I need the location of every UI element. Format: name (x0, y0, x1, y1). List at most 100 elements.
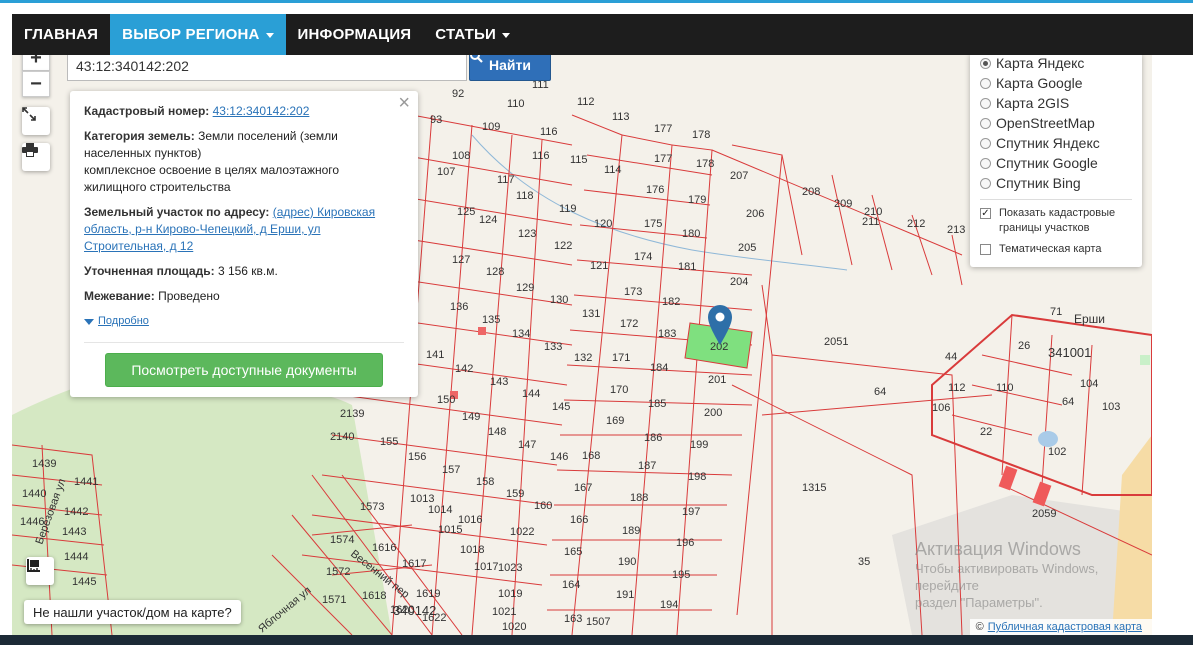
parcel-number-label: 149 (462, 411, 480, 423)
view-documents-button[interactable]: Посмотреть доступные документы (105, 353, 383, 387)
parcel-number-label: 1439 (32, 458, 56, 470)
cadastral-boundaries-label: Показать кадастровые границы участков (999, 207, 1116, 234)
radio-unselected[interactable] (980, 137, 991, 149)
layer-option[interactable]: Спутник Яндекс (980, 133, 1132, 153)
parcel-number-label: 2051 (824, 336, 848, 348)
nav-articles[interactable]: СТАТЬИ (423, 14, 522, 55)
radio-unselected[interactable] (980, 177, 991, 189)
survey-row: Межевание: Проведено (84, 288, 404, 305)
ruler-icon (27, 559, 40, 572)
parcel-number-label: 1572 (326, 566, 350, 578)
building-marker (998, 465, 1018, 491)
parcel-number-label: 196 (676, 537, 694, 549)
survey-label: Межевание: (84, 289, 155, 303)
fullscreen-button[interactable] (22, 107, 50, 135)
divider (980, 199, 1132, 200)
parcel-number-label: 172 (620, 318, 638, 330)
divider (84, 342, 404, 343)
parcel-number-label: 190 (618, 556, 636, 568)
parcel-number-label: 130 (550, 294, 568, 306)
parcel-number-label: 204 (730, 276, 748, 288)
map-attribution: © Публичная кадастровая карта (969, 619, 1152, 635)
chevron-down-icon (501, 33, 510, 38)
parcel-number-label: 169 (606, 415, 624, 427)
parcel-number-label: 1020 (502, 621, 526, 633)
parcel-number-label: 213 (947, 224, 965, 236)
layer-option[interactable]: Карта Яндекс (980, 55, 1132, 73)
parcel-number-label: 206 (746, 208, 764, 220)
nav-home[interactable]: ГЛАВНАЯ (12, 14, 110, 55)
cadastral-number-link[interactable]: 43:12:340142:202 (213, 104, 310, 118)
measure-button[interactable] (26, 557, 54, 585)
radio-selected[interactable] (980, 57, 991, 69)
parcel-number-label: 146 (550, 451, 568, 463)
report-missing-button[interactable]: Не нашли участок/дом на карте? (24, 600, 241, 624)
thematic-map-toggle[interactable]: Тематическая карта (980, 242, 1132, 257)
parcel-number-label: 205 (738, 242, 756, 254)
report-missing-label: Не нашли участок/дом на карте? (33, 604, 232, 620)
cadastral-map[interactable]: 92 110 111 112 113 93 109 116 177 178 108 116 115 114… (12, 55, 1152, 635)
zoom-in-button[interactable]: + (22, 55, 50, 71)
layer-option-label: Карта Google (996, 75, 1083, 91)
radio-unselected[interactable] (980, 97, 991, 109)
close-icon[interactable]: × (398, 93, 410, 113)
radio-unselected[interactable] (980, 117, 991, 129)
parcel-number-label: 1619 (416, 588, 440, 600)
layer-option[interactable]: Спутник Bing (980, 173, 1132, 193)
nav-info[interactable]: ИНФОРМАЦИЯ (286, 14, 424, 55)
parcel-number-label: 176 (646, 184, 664, 196)
parcel-number-label: 164 (562, 579, 580, 591)
checkbox-checked[interactable]: ✓ (980, 208, 991, 219)
parcel-number-label: 123 (518, 228, 536, 240)
parcel-number-label: 1571 (322, 594, 346, 606)
layer-option[interactable]: OpenStreetMap (980, 113, 1132, 133)
parcel-number-label: 207 (730, 170, 748, 182)
parcel-number-label: 1315 (802, 482, 826, 494)
parcel-number-label: 64 (874, 386, 886, 398)
parcel-number-label: 2139 (340, 408, 364, 420)
parcel-number-label: 185 (648, 398, 666, 410)
parcel-number-label: 209 (834, 198, 852, 210)
layer-option[interactable]: Спутник Google (980, 153, 1132, 173)
parcel-number-label: 168 (582, 450, 600, 462)
survey-value: Проведено (158, 289, 220, 303)
parcel-number-label: 1574 (330, 534, 354, 546)
parcel-number-label: 128 (486, 266, 504, 278)
zoom-out-button[interactable]: − (22, 71, 50, 97)
search-button[interactable]: Найти (469, 55, 551, 81)
parcel-number-label: 184 (650, 362, 668, 374)
parcel-number-label: 166 (570, 514, 588, 526)
parcel-number-label: 150 (437, 394, 455, 406)
details-link[interactable]: Подробно (84, 313, 404, 330)
parcel-number-label: 1441 (74, 476, 98, 488)
parcel-number-label: 186 (644, 432, 662, 444)
cadastral-boundaries-toggle[interactable]: ✓ Показать кадастровые границы участков (980, 206, 1132, 236)
nav-region[interactable]: ВЫБОР РЕГИОНА (110, 14, 286, 55)
cadastral-search-input[interactable]: 43:12:340142:202 (67, 55, 467, 81)
layer-option-label: Карта Яндекс (996, 55, 1085, 71)
checkbox-unchecked[interactable] (980, 244, 991, 255)
radio-unselected[interactable] (980, 157, 991, 169)
radio-unselected[interactable] (980, 77, 991, 89)
parcel-number-label: 1443 (62, 526, 86, 538)
details-link-label: Подробно (98, 315, 149, 327)
parcel-number-label: 1014 (428, 504, 452, 516)
parcel-number-label: 194 (660, 599, 678, 611)
parcel-number-label: 177 (654, 153, 672, 165)
settlement-label: Ерши (1074, 312, 1105, 326)
layer-option[interactable]: Карта Google (980, 73, 1132, 93)
attribution-link[interactable]: Публичная кадастровая карта (988, 621, 1142, 633)
parcel-number-label: 1023 (498, 562, 522, 574)
parcel-number-label: 145 (552, 401, 570, 413)
land-category-row: Категория земель: Земли поселений (земли… (84, 128, 404, 196)
print-button[interactable] (22, 143, 50, 171)
parcel-number-label: 125 (457, 206, 475, 218)
parcel-number-label: 173 (624, 286, 642, 298)
parcel-number-label: 143 (490, 376, 508, 388)
zoom-in-label: + (30, 55, 42, 69)
layer-option[interactable]: Карта 2GIS (980, 93, 1132, 113)
parcel-number-label: 212 (907, 218, 925, 230)
area-label: Уточненная площадь: (84, 264, 215, 278)
parcel-number-label: 115 (570, 154, 588, 166)
parcel-number-label: 119 (559, 203, 577, 215)
